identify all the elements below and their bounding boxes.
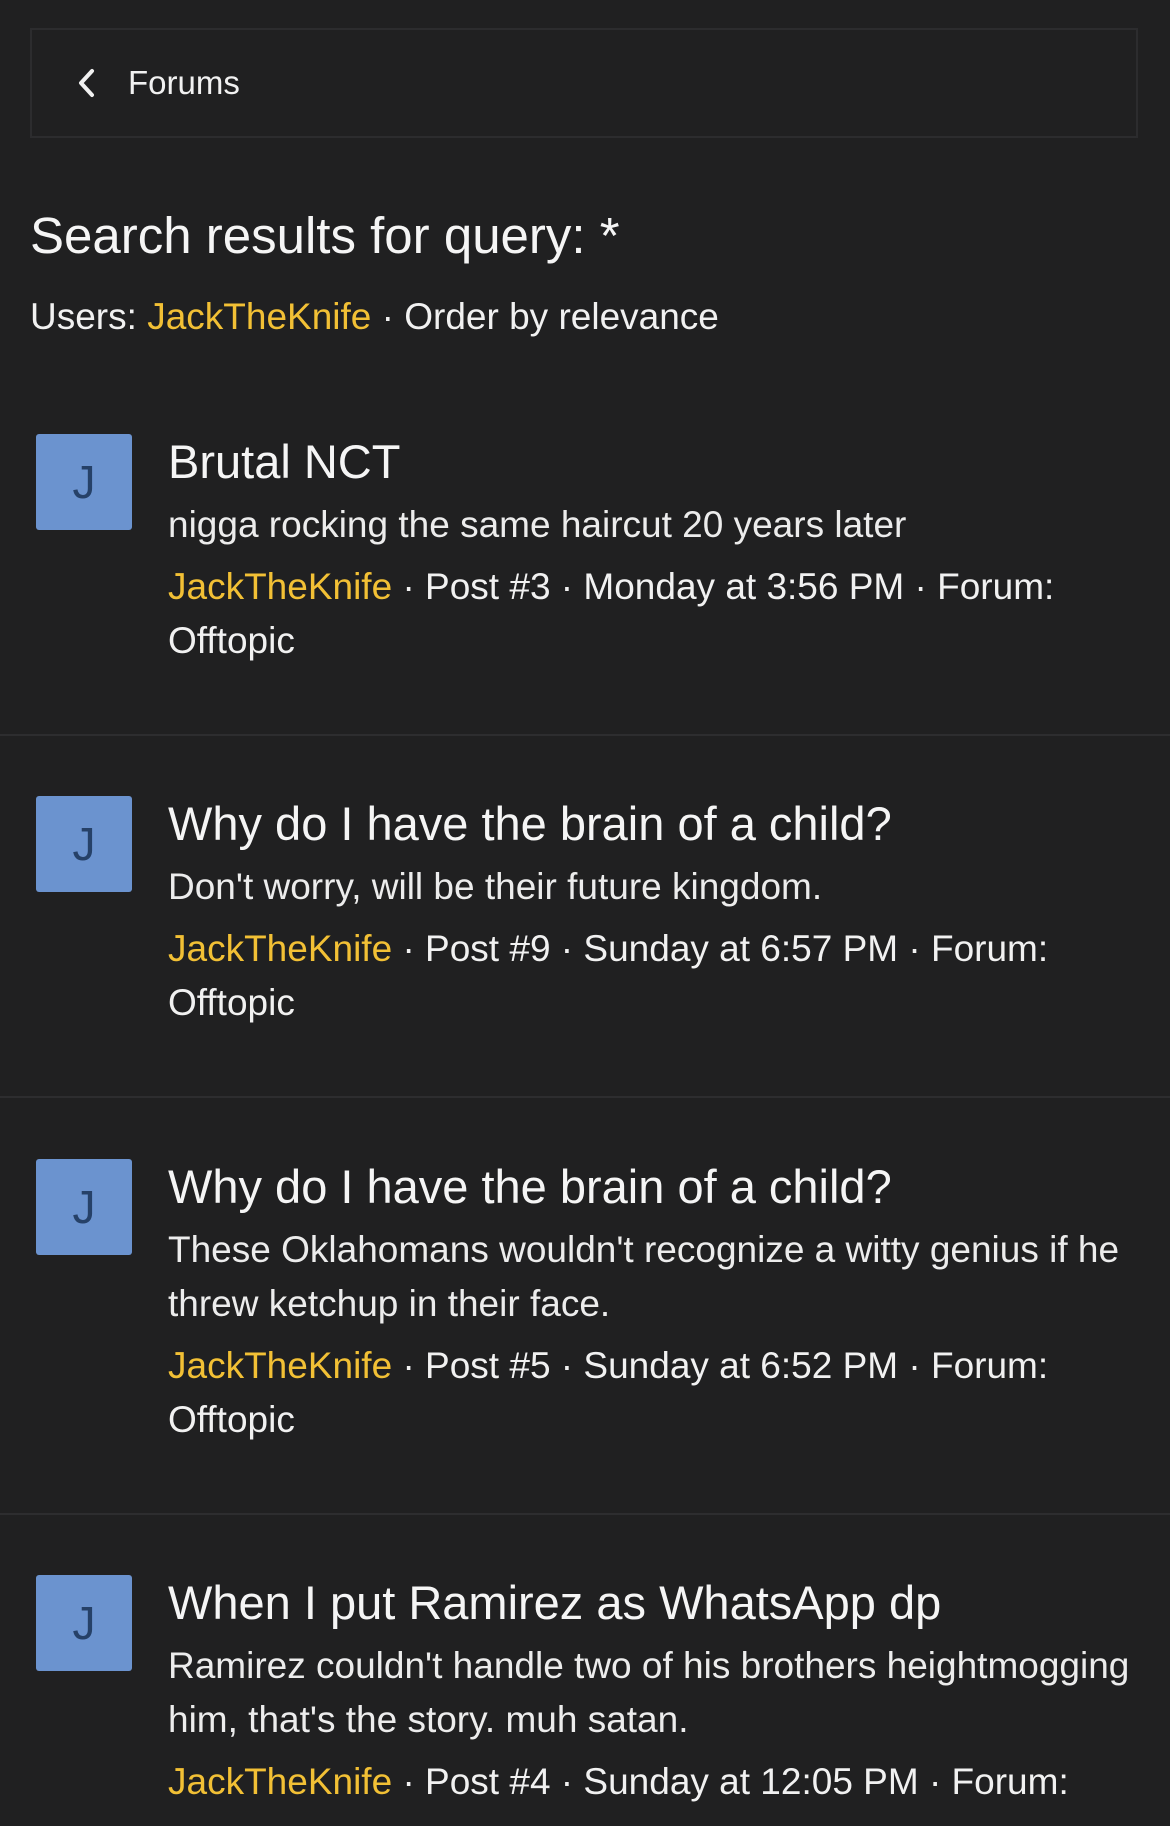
result-meta: JackTheKnife · Post #4 · Sunday at 12:05… [168, 1755, 1138, 1809]
result-author-link[interactable]: JackTheKnife [168, 928, 392, 969]
result-author-link[interactable]: JackTheKnife [168, 1345, 392, 1386]
avatar[interactable]: J [36, 796, 132, 892]
result-snippet: Ramirez couldn't handle two of his broth… [168, 1645, 1130, 1740]
avatar-letter: J [72, 818, 96, 870]
breadcrumb-forums-link[interactable]: Forums [128, 64, 240, 102]
breadcrumb[interactable]: Forums [30, 28, 1138, 138]
result-meta: JackTheKnife · Post #9 · Sunday at 6:57 … [168, 922, 1138, 1030]
result-title[interactable]: When I put Ramirez as WhatsApp dp [168, 1575, 1138, 1631]
avatar[interactable]: J [36, 1159, 132, 1255]
result-divider [0, 734, 1170, 736]
avatar[interactable]: J [36, 1575, 132, 1671]
result-snippet: Don't worry, will be their future kingdo… [168, 866, 823, 907]
result-snippet: These Oklahomans wouldn't recognize a wi… [168, 1229, 1120, 1324]
avatar-letter: J [72, 1181, 96, 1233]
order-label: · Order by relevance [381, 296, 719, 337]
users-filter-label: Users: [30, 296, 137, 337]
avatar-letter: J [72, 1597, 96, 1649]
result-divider [0, 1513, 1170, 1515]
chevron-left-icon [74, 69, 100, 97]
result-meta: JackTheKnife · Post #5 · Sunday at 6:52 … [168, 1339, 1138, 1447]
users-filter-link[interactable]: JackTheKnife [147, 296, 371, 337]
avatar-letter: J [72, 456, 96, 508]
search-filter-summary: Users: JackTheKnife · Order by relevance [30, 296, 719, 338]
result-meta: JackTheKnife · Post #3 · Monday at 3:56 … [168, 560, 1138, 668]
result-author-link[interactable]: JackTheKnife [168, 1761, 392, 1802]
avatar[interactable]: J [36, 434, 132, 530]
result-snippet: nigga rocking the same haircut 20 years … [168, 504, 907, 545]
result-title[interactable]: Brutal NCT [168, 434, 1138, 490]
result-divider [0, 1096, 1170, 1098]
page-title: Search results for query: * [30, 207, 620, 264]
result-title[interactable]: Why do I have the brain of a child? [168, 1159, 1138, 1215]
result-meta-text: · Post #4 · Sunday at 12:05 PM · Forum: [392, 1761, 1069, 1802]
result-title[interactable]: Why do I have the brain of a child? [168, 796, 1138, 852]
result-author-link[interactable]: JackTheKnife [168, 566, 392, 607]
